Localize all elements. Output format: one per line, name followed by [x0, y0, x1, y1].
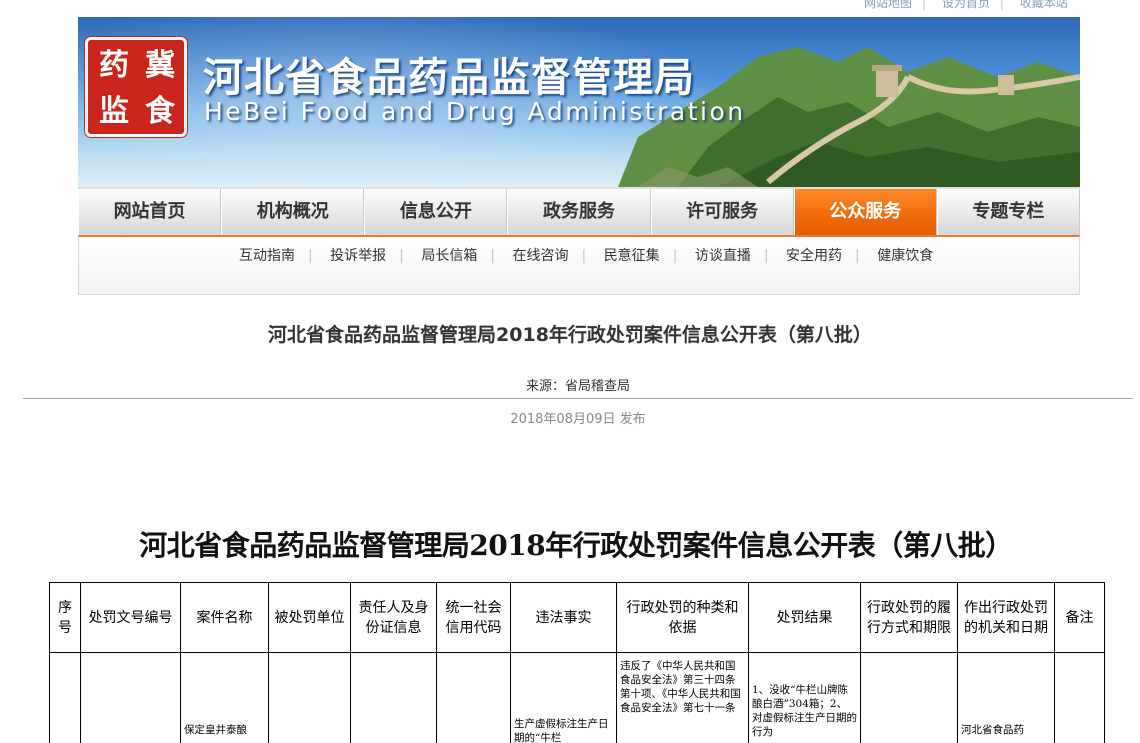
nav-public-services[interactable]: 公众服务	[793, 189, 937, 235]
column-header: 被处罚单位	[268, 582, 351, 653]
fda-logo: 药 冀 监 食	[85, 37, 187, 137]
table-cell-violation-facts: 生产虚假标注生产日期的“牛栏	[510, 652, 617, 743]
column-header: 行政处罚的种类和依据	[616, 582, 749, 653]
divider-line	[23, 398, 1133, 399]
logo-char: 食	[145, 94, 175, 129]
table-cell-case-name: 保定皇井泰酿	[180, 652, 269, 743]
column-header: 处罚结果	[748, 582, 861, 653]
table-cell-penalty-basis: 违反了《中华人民共和国食品安全法》第三十四条第十项、《中华人民共和国食品安全法》…	[616, 652, 749, 743]
subnav-item[interactable]: 局长信箱	[421, 248, 477, 264]
subnav-item[interactable]: 安全用药	[786, 248, 842, 264]
nav-government-services[interactable]: 政务服务	[507, 189, 651, 235]
nav-special-topics[interactable]: 专题专栏	[936, 189, 1080, 235]
table-row: 保定皇井泰酿 生产虚假标注生产日期的“牛栏 违反了《中华人民共和国食品安全法》第…	[49, 652, 1105, 743]
subnav-item[interactable]: 互动指南	[239, 248, 295, 264]
column-header: 处罚文号编号	[80, 582, 181, 653]
table-cell	[268, 652, 351, 743]
nav-organization[interactable]: 机构概况	[221, 189, 365, 235]
top-links: 网站地图 | 设为首页 | 收藏本站	[862, 0, 1078, 11]
logo-char: 监	[99, 94, 129, 129]
bookmark-link[interactable]: 收藏本站	[1020, 0, 1068, 10]
divider: |	[855, 248, 860, 264]
table-cell-penalty-result: 1、没收“牛栏山牌陈酿白酒”304箱；2、对虚假标注生产日期的行为	[748, 652, 861, 743]
column-header: 责任人及身份证信息	[350, 582, 437, 653]
subnav-item[interactable]: 访谈直播	[695, 248, 751, 264]
column-header: 备注	[1054, 582, 1105, 653]
nav-home[interactable]: 网站首页	[78, 189, 222, 235]
main-nav: 网站首页 机构概况 信息公开 政务服务 许可服务 公众服务 专题专栏	[78, 187, 1080, 235]
divider: |	[581, 248, 587, 264]
nav-license-services[interactable]: 许可服务	[650, 189, 794, 235]
table-cell-responsible-person	[350, 652, 437, 743]
publish-date: 2018年08月09日 发布	[510, 412, 646, 427]
article-title: 河北省食品药品监督管理局2018年行政处罚案件信息公开表（第八批）	[268, 324, 872, 346]
column-header: 统一社会信用代码	[436, 582, 511, 653]
article-source: 来源：省局稽查局	[525, 379, 630, 394]
column-header: 违法事实	[510, 582, 617, 653]
table-cell	[860, 652, 958, 743]
sub-nav: 互动指南 | 投诉举报 | 局长信箱 | 在线咨询 | 民意征集 | 访谈直播 | 安全用药…	[78, 235, 1080, 295]
column-header: 行政处罚的履行方式和期限	[860, 582, 958, 653]
table-cell-authority: 河北省食品药	[957, 652, 1055, 743]
table-cell	[1054, 652, 1105, 743]
column-header: 作出行政处罚的机关和日期	[957, 582, 1055, 653]
divider: |	[399, 248, 404, 264]
sitemap-link[interactable]: 网站地图	[864, 0, 912, 10]
site-title: 河北省食品药品监督管理局	[203, 55, 695, 101]
column-header: 案件名称	[180, 582, 269, 653]
table-cell	[80, 652, 181, 743]
divider: |	[308, 248, 313, 264]
nav-information-disclosure[interactable]: 信息公开	[364, 189, 508, 235]
divider: |	[922, 0, 927, 10]
divider: |	[999, 0, 1004, 10]
divider: |	[763, 248, 769, 264]
table-header-row: 序号 处罚文号编号 案件名称 被处罚单位 责任人及身份证信息 统一社会信用代码 …	[49, 582, 1105, 653]
document-title: 河北省食品药品监督管理局2018年行政处罚案件信息公开表（第八批）	[139, 529, 1013, 562]
divider: |	[672, 248, 678, 264]
subnav-item[interactable]: 在线咨询	[513, 248, 569, 264]
divider: |	[490, 248, 496, 264]
subnav-item[interactable]: 健康饮食	[877, 248, 933, 264]
penalty-cases-table: 序号 处罚文号编号 案件名称 被处罚单位 责任人及身份证信息 统一社会信用代码 …	[49, 582, 1105, 743]
column-header: 序号	[49, 582, 81, 653]
table-cell	[436, 652, 511, 743]
subnav-item[interactable]: 民意征集	[604, 248, 660, 264]
header-banner: 药 冀 监 食 河北省食品药品监督管理局 HeBei Food and Drug…	[78, 17, 1080, 187]
table-cell	[49, 652, 81, 743]
logo-char: 冀	[145, 48, 175, 83]
site-subtitle: HeBei Food and Drug Administration	[204, 97, 746, 126]
logo-char: 药	[99, 48, 129, 83]
set-homepage-link[interactable]: 设为首页	[942, 0, 990, 10]
subnav-item[interactable]: 投诉举报	[330, 248, 386, 264]
